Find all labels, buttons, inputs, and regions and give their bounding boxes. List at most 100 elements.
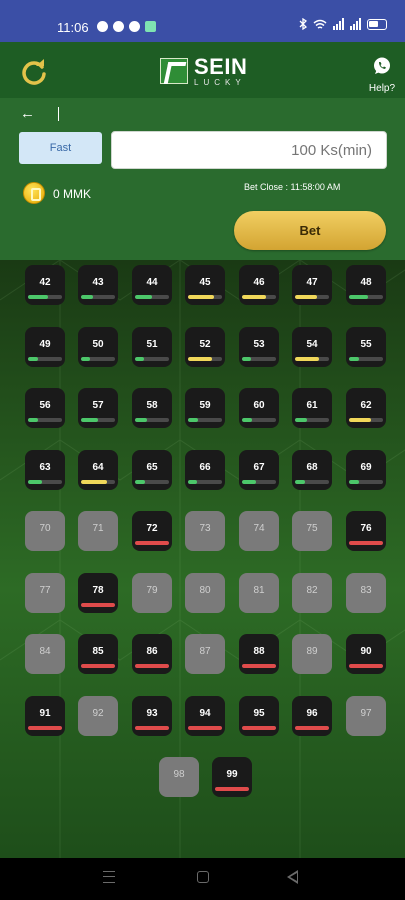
amount-progress-fill xyxy=(28,725,62,730)
number-cell-49[interactable]: 49 xyxy=(25,326,65,367)
number-cell-86[interactable]: 86 xyxy=(132,634,172,674)
number-cell-93[interactable]: 93 xyxy=(132,695,172,736)
amount-progress-fill xyxy=(28,295,49,299)
number-cell-62[interactable]: 62 xyxy=(346,388,386,428)
number-cell-60[interactable]: 60 xyxy=(239,388,279,428)
amount-progress-bar xyxy=(135,295,169,299)
number-cell-76[interactable]: 76 xyxy=(346,511,386,551)
number-cell-94[interactable]: 94 xyxy=(185,695,225,736)
number-cell-85[interactable]: 85 xyxy=(78,634,118,674)
amount-progress-fill xyxy=(81,664,115,668)
number-cell-53[interactable]: 53 xyxy=(239,326,279,367)
number-cell-99[interactable]: 99 xyxy=(212,757,252,797)
number-cell-56[interactable]: 56 xyxy=(25,388,65,428)
amount-progress-bar xyxy=(188,418,222,422)
amount-progress-bar xyxy=(28,295,62,299)
amount-progress-bar xyxy=(135,725,169,730)
amount-progress-bar xyxy=(135,664,169,668)
arrow-left-icon[interactable]: ← xyxy=(20,105,35,122)
amount-progress-bar xyxy=(215,787,249,791)
fast-mode-button[interactable]: Fast xyxy=(19,132,102,164)
number-cell-65[interactable]: 65 xyxy=(132,449,172,490)
number-label: 64 xyxy=(92,461,104,473)
number-cell-54[interactable]: 54 xyxy=(292,326,332,367)
refresh-icon[interactable] xyxy=(20,58,48,86)
number-cell-67[interactable]: 67 xyxy=(239,449,279,490)
number-label: 74 xyxy=(253,523,265,534)
amount-progress-fill xyxy=(28,418,39,422)
number-cell-90[interactable]: 90 xyxy=(346,634,386,674)
number-label: 50 xyxy=(92,338,104,350)
amount-progress-fill xyxy=(135,725,169,730)
amount-progress-fill xyxy=(215,787,249,791)
number-cell-42[interactable]: 42 xyxy=(25,265,65,305)
amount-progress-bar xyxy=(28,418,62,422)
number-label: 81 xyxy=(253,584,265,596)
amount-progress-bar xyxy=(295,479,329,484)
amount-progress-fill xyxy=(81,479,107,484)
chrome-icon xyxy=(129,21,140,32)
number-cell-43[interactable]: 43 xyxy=(78,265,118,305)
number-label: 58 xyxy=(146,400,158,411)
amount-progress-bar xyxy=(188,479,222,484)
amount-progress-fill xyxy=(349,541,383,545)
number-cell-68[interactable]: 68 xyxy=(292,449,332,490)
amount-progress-fill xyxy=(188,356,212,361)
amount-progress-bar xyxy=(295,356,329,361)
number-cell-64[interactable]: 64 xyxy=(78,449,118,490)
number-cell-61[interactable]: 61 xyxy=(292,388,332,428)
amount-progress-fill xyxy=(28,479,42,484)
number-cell-59[interactable]: 59 xyxy=(185,388,225,428)
number-label: 49 xyxy=(39,338,51,350)
number-cell-91[interactable]: 91 xyxy=(25,695,65,736)
number-cell-48[interactable]: 48 xyxy=(346,265,386,305)
amount-progress-bar xyxy=(135,418,169,422)
bet-button[interactable]: Bet xyxy=(234,211,386,250)
number-cell-50[interactable]: 50 xyxy=(78,326,118,367)
balance-text: 0 MMK xyxy=(53,187,92,201)
number-cell-78[interactable]: 78 xyxy=(78,572,118,613)
amount-progress-bar xyxy=(242,479,276,484)
number-cell-80: 80 xyxy=(185,572,225,613)
recent-apps-icon[interactable] xyxy=(103,871,115,883)
number-cell-63[interactable]: 63 xyxy=(25,449,65,490)
number-cell-45[interactable]: 45 xyxy=(185,265,225,305)
amount-input[interactable] xyxy=(111,131,387,169)
messenger-icon xyxy=(97,21,108,32)
battery-icon xyxy=(367,18,387,30)
number-cell-52[interactable]: 52 xyxy=(185,326,225,367)
number-cell-55[interactable]: 55 xyxy=(346,326,386,367)
number-cell-95[interactable]: 95 xyxy=(239,695,279,736)
number-cell-98: 98 xyxy=(159,757,199,797)
number-label: 68 xyxy=(306,461,318,473)
amount-progress-bar xyxy=(135,479,169,484)
number-cell-96[interactable]: 96 xyxy=(292,695,332,736)
number-cell-69[interactable]: 69 xyxy=(346,449,386,490)
number-cell-44[interactable]: 44 xyxy=(132,265,172,305)
number-label: 99 xyxy=(226,769,238,780)
number-label: 72 xyxy=(146,523,158,534)
amount-progress-bar xyxy=(81,664,115,668)
amount-progress-fill xyxy=(81,602,115,607)
home-icon[interactable] xyxy=(197,871,209,883)
number-cell-72[interactable]: 72 xyxy=(132,511,172,551)
number-cell-58[interactable]: 58 xyxy=(132,388,172,428)
number-cell-51[interactable]: 51 xyxy=(132,326,172,367)
amount-progress-fill xyxy=(349,664,383,668)
amount-progress-fill xyxy=(242,725,276,730)
number-label: 51 xyxy=(146,338,158,350)
number-cell-46[interactable]: 46 xyxy=(239,265,279,305)
number-cell-47[interactable]: 47 xyxy=(292,265,332,305)
number-label: 53 xyxy=(253,338,265,350)
number-cell-57[interactable]: 57 xyxy=(78,388,118,428)
amount-progress-bar xyxy=(349,479,383,484)
number-cell-66[interactable]: 66 xyxy=(185,449,225,490)
number-label: 69 xyxy=(360,461,372,473)
help-button[interactable]: Help? xyxy=(367,56,397,94)
amount-progress-fill xyxy=(242,295,266,299)
amount-progress-fill xyxy=(349,479,360,484)
amount-progress-fill xyxy=(242,479,256,484)
back-icon[interactable] xyxy=(287,870,298,884)
number-cell-88[interactable]: 88 xyxy=(239,634,279,674)
amount-progress-fill xyxy=(295,356,319,361)
